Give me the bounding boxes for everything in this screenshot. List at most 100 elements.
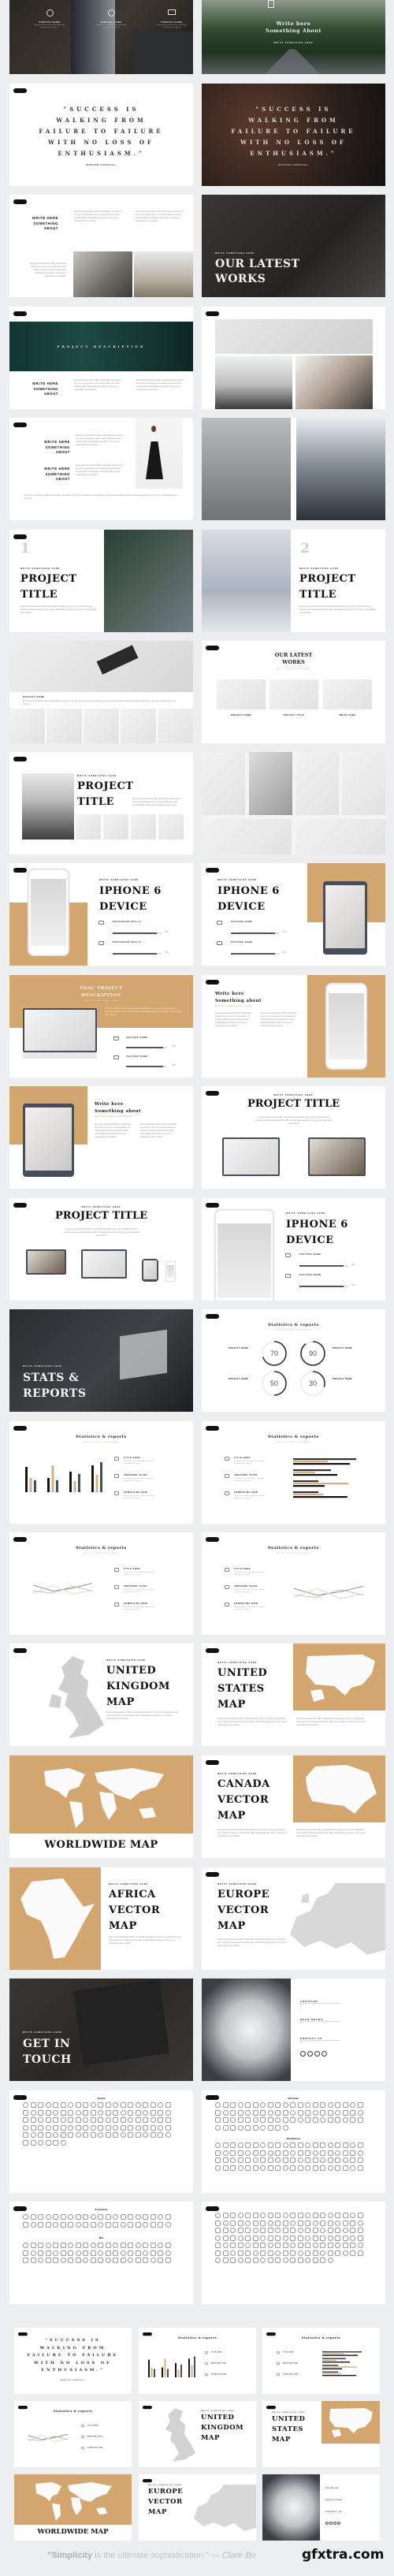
paragraph: Entrepreneurial activities differ substa… (140, 1123, 177, 1138)
slide-quote-dark[interactable]: "SUCCESS IS WALKING FROM FAILURE TO FAIL… (202, 84, 385, 186)
slide-icons-ecommerce-web[interactable]: E-Commerce Web (9, 2202, 193, 2304)
laptop-mockup (81, 1249, 127, 1279)
library-icon (350, 2250, 355, 2256)
product-thumb (121, 709, 156, 743)
slide-title: Write here Something about (95, 1102, 141, 1114)
slide-stats-rings[interactable]: Statistics & reports WRITE SOMETHING HER… (202, 1309, 385, 1412)
library-icon (38, 2102, 43, 2108)
slide-iphone-device[interactable]: WRITE SOMETHING HERE IPHONE 6 DEVICE PHO… (9, 863, 193, 966)
library-icon (128, 2221, 133, 2228)
slide-project-title-laptops[interactable]: WRITE SOMETHING HERE PROJECT TITLE Entre… (202, 1086, 385, 1189)
instagram-icon[interactable] (322, 2051, 327, 2057)
slide-product-grid[interactable]: PROJECT NAME Entrepreneurial activities … (9, 641, 193, 743)
library-icon (150, 2221, 156, 2228)
library-icon (282, 2102, 288, 2108)
laptop-icon (114, 1457, 119, 1461)
photographer-photo (22, 773, 74, 839)
slide-about-photos[interactable]: WRITE HERE SOMETHING ABOUT Entrepreneuri… (9, 195, 193, 297)
slide-subtitle: WRITE SOMETHING HERE (276, 668, 311, 670)
library-icon (150, 2102, 156, 2108)
hbar-grey (322, 2365, 338, 2366)
slide-world-map[interactable]: WORLDWIDE MAP (9, 1755, 193, 1858)
slide-road[interactable]: Write here Something About WRITE SOMETHI… (202, 0, 385, 74)
thumb-stats-bars[interactable]: Statistics & reports TITLE HERE AWESOME … (139, 2328, 256, 2394)
slide-stats-cover[interactable]: WRITE SOMETHING HERE STATS & REPORTS (9, 1309, 193, 1412)
twitter-icon[interactable] (300, 2051, 306, 2057)
library-icon (350, 2165, 355, 2171)
thumb-stats-lines[interactable]: Statistics & reports TITLE HERE AWESOME … (14, 2401, 132, 2467)
slide-number-badge (266, 2332, 276, 2336)
slide-stats-lines[interactable]: Statistics & reports WRITE SOMETHING HER… (9, 1532, 193, 1635)
library-icon (98, 2109, 103, 2116)
slide-title: Statistics & reports (76, 1546, 127, 1550)
slide-stats-bars[interactable]: Statistics & reports WRITE SOMETHING HER… (9, 1421, 193, 1524)
icon-grid (23, 2102, 171, 2146)
thumb-europe-map[interactable]: WRITE SOMETHING HERE EUROPE VECTOR MAP (139, 2474, 256, 2541)
thumb-stats-hbars[interactable]: Statistics & reports TITLE HERE AWESOME … (262, 2328, 380, 2394)
linkedin-icon[interactable] (314, 2051, 320, 2057)
slide-canada-map[interactable]: WRITE SOMETHING HERE CANADA VECTOR MAP E… (202, 1755, 385, 1858)
slide-photo-collage[interactable] (202, 307, 385, 409)
slide-services[interactable]: SERVICE NAME Entrepreneurial activities … (9, 0, 193, 74)
slide-icons-electronics[interactable]: Electronics Miscellaneous (202, 2090, 385, 2193)
slide-about-model[interactable]: WRITE HERE SOMETHING ABOUT WRITE HERE SO… (9, 418, 193, 520)
facebook-icon[interactable] (307, 2051, 313, 2057)
twitter-icon[interactable] (325, 2522, 329, 2525)
slide-contact[interactable]: LOCATION Entrepreneurial activities diff… (202, 1979, 385, 2081)
thumb-world-map[interactable]: WORLDWIDE MAP (14, 2474, 132, 2541)
slide-project-title-1[interactable]: 1 WRITE SOMETHING HERE PROJECT TITLE Ent… (9, 530, 193, 632)
slide-stats-lines-2[interactable]: Statistics & reports WRITE SOMETHING HER… (202, 1532, 385, 1635)
library-icon (357, 2142, 363, 2148)
slide-icons-misc[interactable] (202, 2202, 385, 2304)
library-icon (320, 2102, 325, 2108)
product-thumb (158, 709, 193, 743)
library-icon (245, 2150, 251, 2156)
couple-photo (104, 530, 193, 632)
slide-latest-works-grid[interactable]: OUR LATEST WORKS WRITE SOMETHING HERE PR… (202, 641, 385, 743)
thumb-us-map[interactable]: WRITE SOMETHING HERE UNITED STATES MAP (262, 2401, 380, 2467)
skill-bar (231, 953, 280, 955)
slide-project-title-devices[interactable]: WRITE SOMETHING HERE PROJECT TITLE Entre… (9, 1198, 193, 1301)
library-icon (53, 2102, 58, 2108)
slide-get-in-touch[interactable]: WRITE SOMETHING HERE GET IN TOUCH (9, 1979, 193, 2081)
library-icon (45, 2139, 51, 2146)
slide-ipad-write-about[interactable]: Write here Something about WRITE SOMETHI… (9, 1086, 193, 1189)
library-icon (222, 2220, 229, 2226)
slide-quote[interactable]: "SUCCESS IS WALKING FROM FAILURE TO FAIL… (9, 84, 193, 186)
library-icon (222, 2157, 229, 2163)
slide-white-collage[interactable] (202, 752, 385, 854)
slide-stats-hbars[interactable]: Statistics & reports WRITE SOMETHING HER… (202, 1421, 385, 1524)
library-icon (297, 2250, 303, 2256)
slide-iphone-device-2[interactable]: WRITE SOMETHING HERE IPHONE 6 DEVICE FEA… (202, 1198, 385, 1301)
library-icon (252, 2243, 258, 2248)
paragraph: Entrepreneurial activities differ substa… (215, 1012, 251, 1027)
slide-write-about-phone[interactable]: Write here Something about WRITE SOMETHI… (202, 975, 385, 1078)
imac-mockup (26, 1249, 66, 1275)
slide-us-map[interactable]: WRITE SOMETHING HERE UNITED STATES MAP E… (202, 1644, 385, 1746)
facebook-icon[interactable] (329, 2522, 333, 2525)
thumb-uk-map[interactable]: WRITE SOMETHING HERE UNITED KINGDOM MAP (139, 2401, 256, 2467)
library-icon (275, 2213, 281, 2218)
linkedin-icon[interactable] (333, 2522, 336, 2525)
slide-icons-general[interactable]: General (9, 2090, 193, 2193)
library-icon (327, 2117, 333, 2123)
thumb-contact[interactable]: LOCATION HOUR HOURS CONTACT US (262, 2474, 380, 2541)
slide-africa-map[interactable]: WRITE SOMETHING HERE AFRICA VECTOR MAP E… (9, 1867, 193, 1970)
slide-photo-pair[interactable] (202, 418, 385, 520)
slide-project-title-3[interactable]: WRITE SOMETHING HERE PROJECT TITLE Entre… (9, 752, 193, 854)
thumb-quote[interactable]: "SUCCESS IS WALKING FROM FAILURE TO FAIL… (14, 2328, 132, 2394)
library-icon (165, 2124, 171, 2131)
slide-ipad-device[interactable]: WRITE SOMETHING HERE IPHONE 6 DEVICE FEA… (202, 863, 385, 966)
library-icon (222, 2150, 229, 2156)
library-icon (350, 2213, 355, 2218)
slide-europe-map[interactable]: WRITE SOMETHING HERE EUROPE VECTOR MAP E… (202, 1867, 385, 1970)
slide-uk-map[interactable]: WRITE SOMETHING HERE UNITED KINGDOM MAP … (9, 1644, 193, 1746)
slide-latest-works[interactable]: WRITE SOMETHING HERE OUR LATEST WORKS (202, 195, 385, 297)
progress-ring: 90 (300, 1341, 325, 1366)
library-icon (23, 2139, 28, 2146)
library-icon (83, 2214, 88, 2220)
slide-imac-project[interactable]: IMAC PROJECT DESCRIPTION WRITE SOMETHING… (9, 975, 193, 1078)
slide-project-description[interactable]: PROJECT DESCRIPTION WRITE HERE SOMETHING… (9, 307, 193, 409)
slide-project-title-2[interactable]: 2 WRITE SOMETHING HERE PROJECT TITLE Ent… (202, 530, 385, 632)
instagram-icon[interactable] (337, 2522, 340, 2525)
